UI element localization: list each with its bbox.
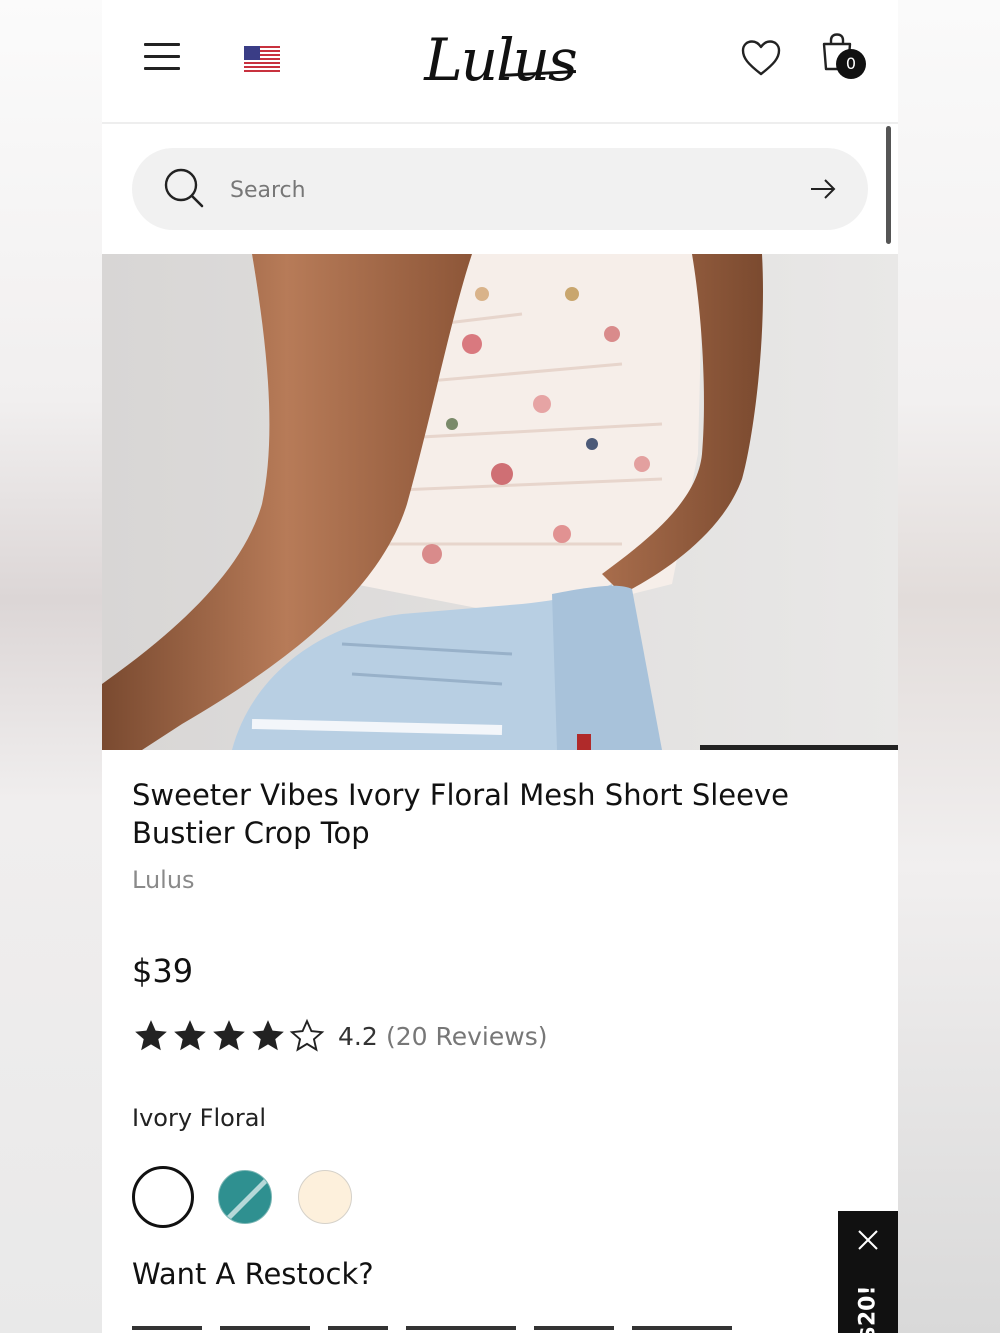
us-flag-icon[interactable] [244,46,280,72]
site-header: Lulus 0 [102,0,898,124]
search-icon[interactable] [162,166,206,210]
menu-icon[interactable] [144,42,180,72]
scrollbar[interactable] [886,126,891,244]
star-filled-icon [252,1020,284,1051]
promo-label[interactable]: $20! [856,1286,881,1333]
rating-value: 4.2 [338,1022,378,1051]
backdrop-right [898,0,1000,1333]
search-section [102,124,898,254]
rating-stars[interactable] [132,1015,328,1057]
arrow-right-icon[interactable] [808,176,838,202]
cart-count-badge[interactable]: 0 [836,49,866,79]
product-title: Sweeter Vibes Ivory Floral Mesh Short Sl… [132,778,789,850]
star-empty-icon [289,1018,325,1052]
swatch-ivory-floral[interactable] [132,1166,194,1228]
lulus-logo[interactable]: Lulus [420,20,580,100]
swatch-cream[interactable] [298,1170,352,1224]
star-filled-icon [213,1020,245,1051]
star-filled-icon [135,1020,167,1051]
page: Lulus 0 Search Sweeter Vibes Ivory Flora… [102,0,898,1333]
selected-color-label: Ivory Floral [132,1104,267,1132]
star-filled-icon [174,1020,206,1051]
search-input[interactable] [228,168,772,212]
search-bar[interactable] [132,148,868,230]
reviews-link[interactable]: (20 Reviews) [386,1022,548,1051]
product-image[interactable] [102,254,898,750]
promo-tab[interactable]: $20! [838,1211,898,1333]
product-price: $39 [132,952,194,990]
restock-description-cut [132,1326,812,1333]
wishlist-heart-icon[interactable] [740,38,782,78]
product-brand[interactable]: Lulus [132,866,195,894]
restock-heading: Want A Restock? [132,1257,374,1291]
swatch-teal[interactable] [218,1170,272,1224]
close-icon[interactable] [857,1229,879,1251]
image-carousel-progress [700,745,898,750]
backdrop-left [0,0,102,1333]
